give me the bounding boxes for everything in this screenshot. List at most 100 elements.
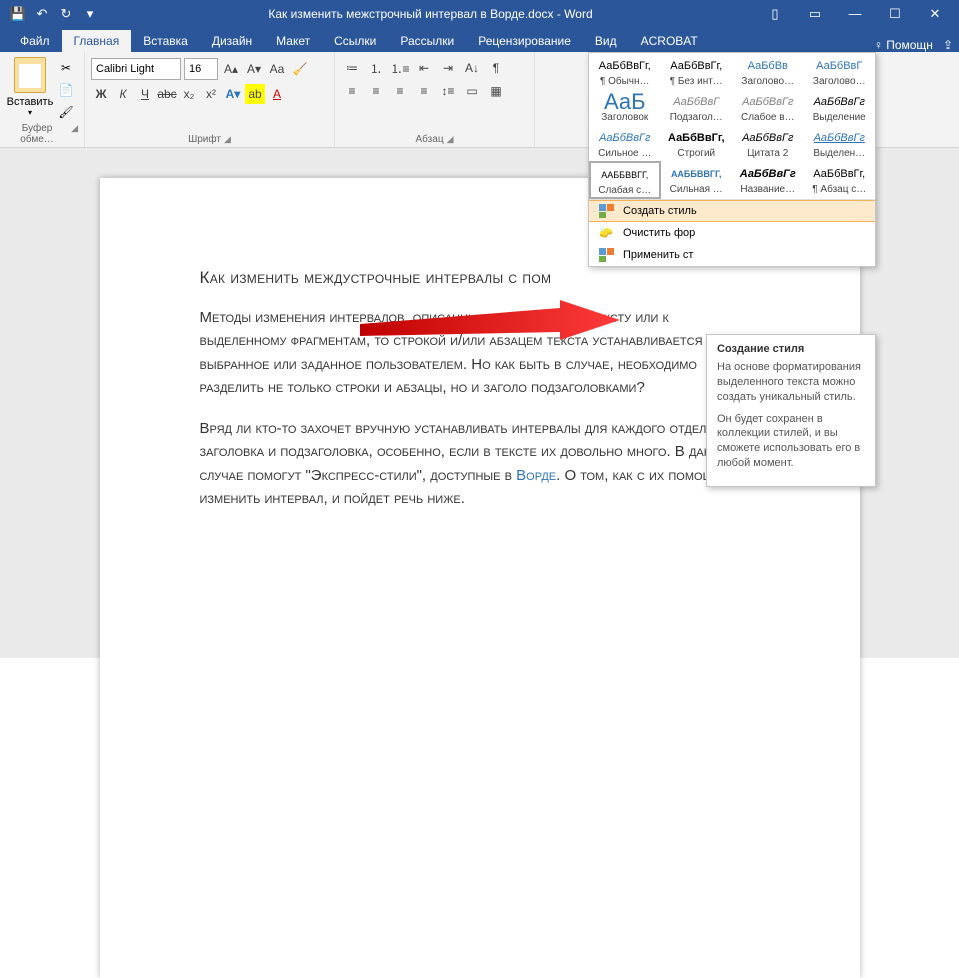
- styles-menu: Создать стиль 🧽 Очистить фор Применить с…: [589, 199, 875, 266]
- decrease-indent-button[interactable]: ⇤: [413, 58, 435, 78]
- style-cell[interactable]: АаБбВвГгВыделен…: [804, 125, 876, 161]
- style-cell[interactable]: АаБбВвГПодзагол…: [661, 89, 733, 125]
- line-spacing-button[interactable]: ↕≡: [437, 81, 459, 101]
- grow-font-button[interactable]: A▴: [221, 59, 241, 79]
- window-title: Как изменить межстрочный интервал в Ворд…: [98, 7, 763, 21]
- show-marks-button[interactable]: ¶: [485, 58, 507, 78]
- style-cell[interactable]: АаБЗаголовок: [589, 89, 661, 125]
- style-preview: АаБбВвГг,: [666, 56, 728, 76]
- align-right-button[interactable]: ≡: [389, 81, 411, 101]
- style-cell[interactable]: АаБбВвГгНазвание…: [732, 161, 804, 199]
- copy-icon[interactable]: 📄: [57, 81, 75, 99]
- style-preview: АаБбВвГг: [594, 128, 656, 148]
- maximize-icon[interactable]: ☐: [883, 6, 907, 22]
- style-cell[interactable]: АаБбВвГг,¶ Без инт…: [661, 53, 733, 89]
- underline-button[interactable]: Ч: [135, 84, 155, 104]
- redo-icon[interactable]: ↻: [58, 6, 74, 22]
- shading-button[interactable]: ▭: [461, 81, 483, 101]
- text-effects-button[interactable]: A▾: [223, 84, 243, 104]
- font-launcher-icon[interactable]: ◢: [224, 134, 231, 145]
- paragraph-launcher-icon[interactable]: ◢: [447, 134, 454, 145]
- style-cell[interactable]: АаБбВвГЗаголово…: [804, 53, 876, 89]
- numbering-button[interactable]: ⒈: [365, 58, 387, 78]
- save-icon[interactable]: 💾: [10, 6, 26, 22]
- tab-mailings[interactable]: Рассылки: [388, 30, 466, 52]
- tab-insert[interactable]: Вставка: [131, 30, 200, 52]
- close-icon[interactable]: ✕: [923, 6, 947, 22]
- style-cell[interactable]: ААББВВГГ,Сильная …: [661, 161, 733, 199]
- style-preview: АаБбВвГг: [809, 128, 871, 148]
- change-case-button[interactable]: Aa: [267, 59, 287, 79]
- cut-icon[interactable]: ✂: [57, 59, 75, 77]
- style-cell[interactable]: АаБбВвГг,¶ Обычн…: [589, 53, 661, 89]
- align-justify-button[interactable]: ≡: [413, 81, 435, 101]
- minimize-icon[interactable]: —: [843, 6, 867, 22]
- format-painter-icon[interactable]: 🖌: [57, 103, 75, 121]
- clipboard-launcher-icon[interactable]: ◢: [71, 123, 78, 145]
- style-cell[interactable]: АаБбВвГгЦитата 2: [732, 125, 804, 161]
- tab-references[interactable]: Ссылки: [322, 30, 388, 52]
- tab-review[interactable]: Рецензирование: [466, 30, 583, 52]
- tell-me-search[interactable]: ♀ Помощн: [874, 38, 933, 52]
- style-label: Сильная …: [666, 184, 728, 195]
- style-cell[interactable]: АаБбВвГг,¶ Абзац с…: [804, 161, 876, 199]
- tab-acrobat[interactable]: ACROBAT: [629, 30, 710, 52]
- annotation-arrow: [360, 300, 620, 363]
- clear-formatting-button[interactable]: 🧹: [290, 59, 310, 79]
- increase-indent-button[interactable]: ⇥: [437, 58, 459, 78]
- style-label: Выделен…: [809, 148, 871, 159]
- tab-design[interactable]: Дизайн: [200, 30, 264, 52]
- style-cell[interactable]: АаБбВвГгСлабое в…: [732, 89, 804, 125]
- tab-file[interactable]: Файл: [8, 30, 62, 52]
- bold-button[interactable]: Ж: [91, 84, 111, 104]
- style-label: ¶ Обычн…: [594, 76, 656, 87]
- italic-button[interactable]: К: [113, 84, 133, 104]
- clipboard-group-label: Буфер обме…: [6, 123, 68, 145]
- style-label: ¶ Без инт…: [666, 76, 728, 87]
- style-cell[interactable]: АаБбВвГг,Строгий: [661, 125, 733, 161]
- document-page[interactable]: Как изменить междустрочные интервалы с п…: [100, 178, 860, 978]
- borders-button[interactable]: ▦: [485, 81, 507, 101]
- font-name-combo[interactable]: [91, 58, 181, 80]
- apply-styles-menu-item[interactable]: Применить ст: [589, 244, 875, 266]
- qat-more-icon[interactable]: ▾: [82, 6, 98, 22]
- tab-layout[interactable]: Макет: [264, 30, 322, 52]
- font-group: A▴ A▾ Aa 🧹 Ж К Ч abc x₂ x² A▾ ab A Шрифт…: [85, 52, 335, 147]
- highlight-button[interactable]: ab: [245, 84, 265, 104]
- style-cell[interactable]: ААББВВГГ,Слабая с…: [589, 161, 661, 199]
- shrink-font-button[interactable]: A▾: [244, 59, 264, 79]
- apply-styles-label: Применить ст: [623, 249, 693, 261]
- create-style-tooltip: Создание стиля На основе форматирования …: [706, 334, 876, 487]
- paste-icon: [14, 57, 46, 93]
- tab-home[interactable]: Главная: [62, 30, 132, 52]
- font-size-combo[interactable]: [184, 58, 218, 80]
- create-style-icon: [599, 204, 615, 218]
- paragraph-group: ≔ ⒈ ⒈≡ ⇤ ⇥ A↓ ¶ ≡ ≡ ≡ ≡ ↕≡ ▭ ▦ Абзац◢: [335, 52, 535, 147]
- doc-heading: Как изменить междустрочные интервалы с п…: [200, 268, 760, 288]
- style-preview: АаБбВвГг: [737, 164, 799, 184]
- multilevel-button[interactable]: ⒈≡: [389, 58, 411, 78]
- undo-icon[interactable]: ↶: [34, 6, 50, 22]
- style-label: Слабая с…: [595, 185, 655, 196]
- clear-formatting-menu-item[interactable]: 🧽 Очистить фор: [589, 222, 875, 244]
- strike-button[interactable]: abc: [157, 84, 177, 104]
- style-cell[interactable]: АаБбВвГгСильное …: [589, 125, 661, 161]
- bullets-button[interactable]: ≔: [341, 58, 363, 78]
- style-cell[interactable]: АаБбВвГгВыделение: [804, 89, 876, 125]
- title-bar: 💾 ↶ ↻ ▾ Как изменить межстрочный интерва…: [0, 0, 959, 28]
- subscript-button[interactable]: x₂: [179, 84, 199, 104]
- font-color-button[interactable]: A: [267, 84, 287, 104]
- style-cell[interactable]: АаБбВвЗаголово…: [732, 53, 804, 89]
- superscript-button[interactable]: x²: [201, 84, 221, 104]
- align-left-button[interactable]: ≡: [341, 81, 363, 101]
- tab-view[interactable]: Вид: [583, 30, 629, 52]
- share-button[interactable]: ⇪: [943, 38, 953, 52]
- paste-button[interactable]: Вставить ▾: [6, 55, 54, 123]
- tooltip-title: Создание стиля: [717, 343, 865, 360]
- ribbon-options-icon[interactable]: ▭: [803, 6, 827, 22]
- align-center-button[interactable]: ≡: [365, 81, 387, 101]
- create-style-menu-item[interactable]: Создать стиль: [589, 200, 875, 222]
- sort-button[interactable]: A↓: [461, 58, 483, 78]
- style-preview: АаБбВвГг,: [666, 128, 728, 148]
- account-icon[interactable]: ▯: [763, 6, 787, 22]
